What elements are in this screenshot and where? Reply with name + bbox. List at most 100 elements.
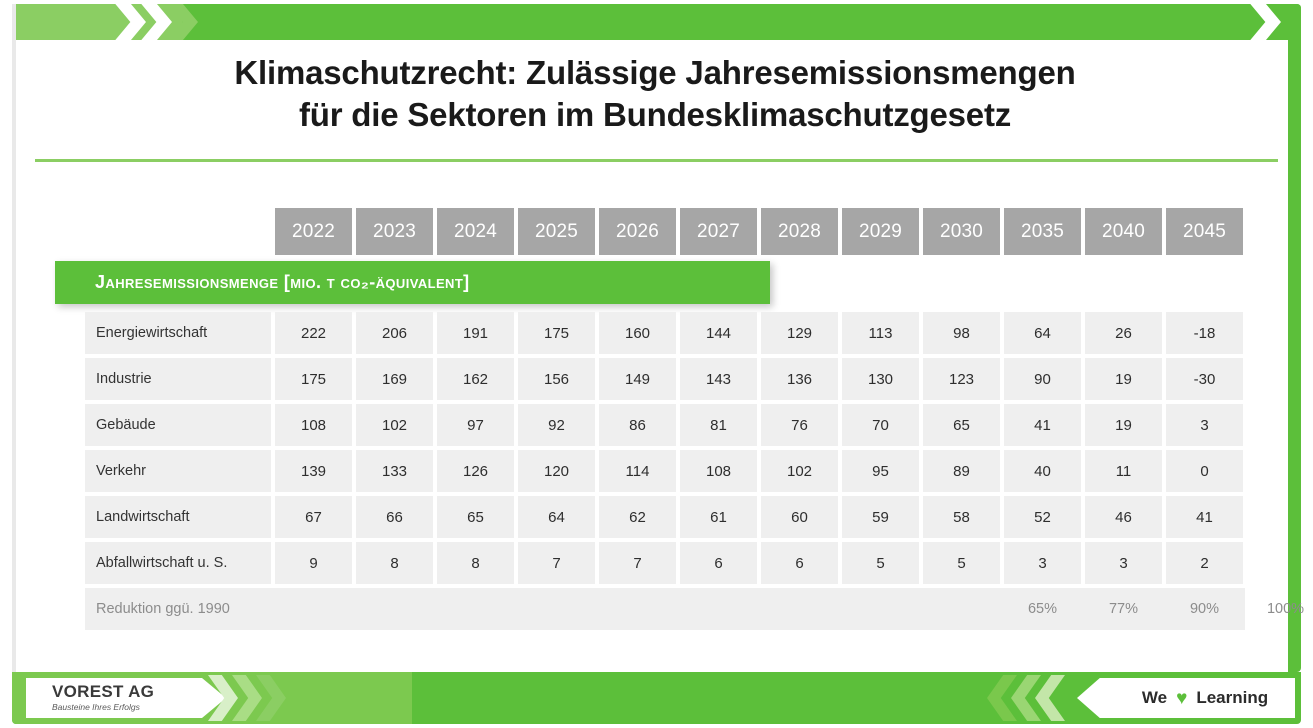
data-cell: 3 [1166, 404, 1243, 446]
table-row: Landwirtschaft 67 66 65 64 62 61 60 59 58 52 46 41 [85, 496, 1245, 538]
data-cell: 89 [923, 450, 1000, 492]
data-cell: 19 [1085, 404, 1162, 446]
vorest-logo-text: VOREST AG [52, 682, 155, 701]
data-cell: 156 [518, 358, 595, 400]
column-header-2027: 2027 [680, 208, 757, 255]
footer-band: VOREST AG Bausteine Ihres Erfolgs We ♥ L… [12, 672, 1301, 724]
table-footer-row: Reduktion ggü. 1990 65% 77% 90% 100% [85, 588, 1304, 630]
data-cell: 62 [599, 496, 676, 538]
reduction-cell: 77% [1108, 601, 1139, 617]
learning-label: Learning [1196, 688, 1269, 707]
data-cell: 11 [1085, 450, 1162, 492]
data-cell: 2 [1166, 542, 1243, 584]
reduction-label: Reduktion ggü. 1990 [96, 601, 230, 617]
data-cell: 108 [275, 404, 352, 446]
data-cell: 102 [761, 450, 838, 492]
slide: Klimaschutzrecht: Zulässige Jahresemissi… [0, 0, 1313, 728]
data-cell: 90 [1004, 358, 1081, 400]
left-edge-rail [12, 4, 16, 672]
table-row: Industrie 175 169 162 156 149 143 136 130 123 90 19… [85, 358, 1245, 400]
column-header-2030: 2030 [923, 208, 1000, 255]
right-edge-rail [1288, 4, 1301, 672]
row-label: Gebäude [85, 404, 271, 446]
data-cell: 175 [518, 312, 595, 354]
data-cell: 97 [437, 404, 514, 446]
data-cell: -30 [1166, 358, 1243, 400]
top-band-dark-segment [182, 4, 1301, 40]
we-label: We [1141, 688, 1168, 707]
data-cell: 59 [842, 496, 919, 538]
data-cell: 58 [923, 496, 1000, 538]
data-cell: 113 [842, 312, 919, 354]
row-label: Energiewirtschaft [85, 312, 271, 354]
data-cell: 86 [599, 404, 676, 446]
data-cell: 64 [1004, 312, 1081, 354]
reduction-cell: 100% [1266, 601, 1305, 617]
data-cell: 65 [923, 404, 1000, 446]
data-cell: 222 [275, 312, 352, 354]
data-cell: 191 [437, 312, 514, 354]
row-label: Verkehr [85, 450, 271, 492]
column-header-2026: 2026 [599, 208, 676, 255]
data-cell: 162 [437, 358, 514, 400]
data-cell: 0 [1166, 450, 1243, 492]
data-cell: 65 [437, 496, 514, 538]
table-row: Abfallwirtschaft u. S. 9 8 8 7 7 6 6 5 5 3 3 2 [85, 542, 1245, 584]
title-divider [35, 159, 1278, 162]
vorest-logo-tagline: Bausteine Ihres Erfolgs [52, 702, 140, 712]
data-cell: 126 [437, 450, 514, 492]
reduction-cell: 65% [1027, 601, 1058, 617]
data-cell: 26 [1085, 312, 1162, 354]
data-cell: 41 [1004, 404, 1081, 446]
data-cell: 9 [275, 542, 352, 584]
data-cell: 40 [1004, 450, 1081, 492]
reduction-values: 65% 77% 90% 100% [1004, 588, 1313, 630]
table-row: Gebäude 108 102 97 92 86 81 76 70 65 41 19 3 [85, 404, 1245, 446]
data-cell: 102 [356, 404, 433, 446]
data-cell: 6 [680, 542, 757, 584]
footer-plate-arrow-head [1077, 678, 1115, 718]
chevron-left-icon [1035, 675, 1065, 721]
data-cell: 98 [923, 312, 1000, 354]
data-cell: 61 [680, 496, 757, 538]
column-header-2045: 2045 [1166, 208, 1243, 255]
data-cell: 8 [356, 542, 433, 584]
data-cell: 136 [761, 358, 838, 400]
section-banner-label: Jahresemissionsmenge [Mio. t CO₂-Äquival… [95, 272, 470, 292]
data-cell: 95 [842, 450, 919, 492]
vorest-logo-name: VOREST AG [52, 683, 186, 700]
column-header-2028: 2028 [761, 208, 838, 255]
data-cell: -18 [1166, 312, 1243, 354]
table-body: Energiewirtschaft 222 206 191 175 160 144 129 11… [85, 312, 1245, 588]
row-label: Industrie [85, 358, 271, 400]
page-title: Klimaschutzrecht: Zulässige Jahresemissi… [60, 52, 1250, 136]
top-decorative-band [12, 4, 1301, 40]
column-header-2029: 2029 [842, 208, 919, 255]
table-row: Energiewirtschaft 222 206 191 175 160 144 129 11… [85, 312, 1245, 354]
column-header-2022: 2022 [275, 208, 352, 255]
reduction-cell: 90% [1189, 601, 1220, 617]
data-cell: 7 [599, 542, 676, 584]
data-cell: 6 [761, 542, 838, 584]
row-label: Abfallwirtschaft u. S. [85, 542, 271, 584]
column-header-2035: 2035 [1004, 208, 1081, 255]
data-cell: 130 [842, 358, 919, 400]
data-cell: 133 [356, 450, 433, 492]
data-cell: 3 [1004, 542, 1081, 584]
column-header-2025: 2025 [518, 208, 595, 255]
data-cell: 70 [842, 404, 919, 446]
data-cell: 120 [518, 450, 595, 492]
data-cell: 160 [599, 312, 676, 354]
title-line-2: für die Sektoren im Bundesklimaschutzges… [298, 96, 1012, 133]
data-cell: 3 [1085, 542, 1162, 584]
section-banner: Jahresemissionsmenge [Mio. t CO₂-Äquival… [55, 261, 770, 304]
data-cell: 123 [923, 358, 1000, 400]
we-love-learning-logo: We ♥ Learning [1115, 678, 1295, 718]
data-cell: 108 [680, 450, 757, 492]
data-cell: 5 [842, 542, 919, 584]
data-cell: 46 [1085, 496, 1162, 538]
data-cell: 143 [680, 358, 757, 400]
data-cell: 52 [1004, 496, 1081, 538]
data-cell: 19 [1085, 358, 1162, 400]
title-line-1: Klimaschutzrecht: Zulässige Jahresemissi… [234, 54, 1076, 91]
